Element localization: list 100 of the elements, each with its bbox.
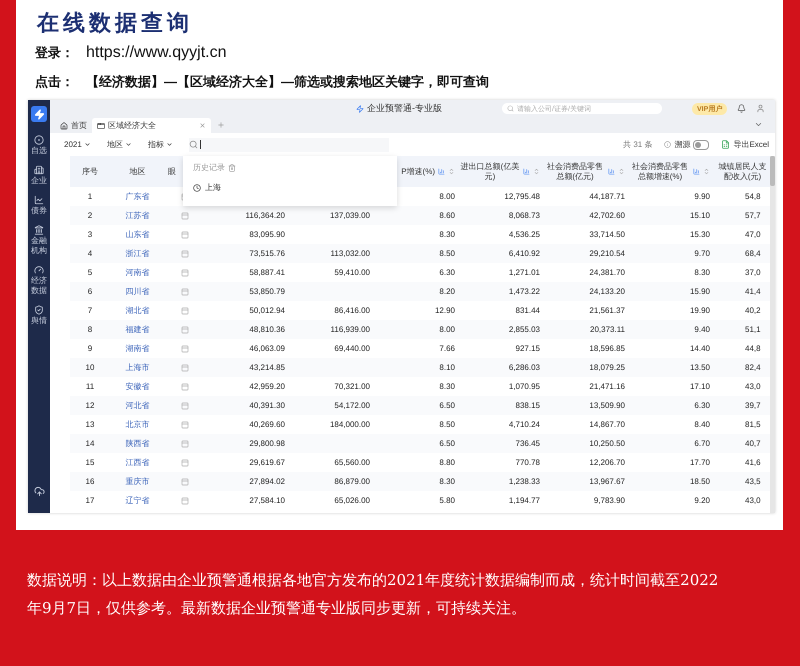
table-cell-text: 113,032.00 xyxy=(330,249,371,258)
region-link[interactable]: 江苏省 xyxy=(110,210,165,221)
sidebar-item[interactable]: 自选 xyxy=(31,135,47,156)
click-label: 点击： xyxy=(35,72,74,90)
region-link[interactable]: 陕西省 xyxy=(110,438,165,449)
table-cell-text: 1,070.95 xyxy=(508,382,541,391)
table-cell-text: 41,6 xyxy=(744,458,762,467)
panel-icon[interactable] xyxy=(181,230,189,238)
region-link[interactable]: 江西省 xyxy=(110,457,165,468)
search-field[interactable] xyxy=(188,138,389,152)
column-header: 城镇居民人支配收入(元) xyxy=(718,162,768,182)
table-cell-text: 40,7 xyxy=(744,439,762,448)
panel-icon[interactable] xyxy=(181,440,189,448)
table-cell-text: 6,286.03 xyxy=(508,363,541,372)
bar-chart-icon[interactable] xyxy=(438,168,445,175)
sidebar-item[interactable]: 经济数据 xyxy=(31,265,47,296)
bar-chart-icon[interactable] xyxy=(608,168,615,175)
column-header: 地区 xyxy=(130,166,146,176)
region-link[interactable]: 河南省 xyxy=(110,267,165,278)
region-link[interactable]: 四川省 xyxy=(110,286,165,297)
table-cell-text: 736.45 xyxy=(514,439,541,448)
sidebar-item[interactable]: 金融机构 xyxy=(31,225,47,256)
sort-icon[interactable] xyxy=(533,168,540,175)
app-icon xyxy=(356,104,364,113)
table-cell-text: 43,0 xyxy=(744,382,762,391)
panel-icon[interactable] xyxy=(181,306,189,314)
panel-icon[interactable] xyxy=(181,364,189,372)
panel-icon[interactable] xyxy=(181,420,189,428)
table-cell-text: 5 xyxy=(86,268,94,277)
app-logo[interactable] xyxy=(31,106,47,122)
filter-dropdown[interactable]: 指标 xyxy=(148,139,173,150)
sidebar-item[interactable]: 企业 xyxy=(31,165,47,186)
region-link[interactable]: 安徽省 xyxy=(110,381,165,392)
column-header: 序号 xyxy=(82,166,98,176)
chevron-down-icon[interactable] xyxy=(754,120,763,129)
trace-toggle[interactable] xyxy=(693,140,710,150)
bell-icon[interactable] xyxy=(737,104,746,114)
region-link[interactable]: 湖北省 xyxy=(110,305,165,316)
page-title: 在线数据查询 xyxy=(37,9,194,37)
region-link[interactable]: 辽宁省 xyxy=(110,495,165,506)
tab[interactable]: 首页 xyxy=(55,118,92,133)
region-link[interactable]: 河北省 xyxy=(110,400,165,411)
table-cell-text: 20,373.11 xyxy=(589,325,626,334)
filter-dropdown[interactable]: 地区 xyxy=(106,139,132,150)
table-cell-text: 73,515.76 xyxy=(248,249,286,258)
panel-icon[interactable] xyxy=(181,250,189,258)
region-link[interactable]: 上海市 xyxy=(110,362,165,373)
table-cell-text: 65,560.00 xyxy=(333,458,371,467)
table-cell-text: 9,783.90 xyxy=(592,496,626,505)
cloud-upload-icon[interactable] xyxy=(34,486,44,497)
panel-icon[interactable] xyxy=(181,212,189,220)
panel-icon[interactable] xyxy=(181,458,189,466)
table-cell-text: 15.30 xyxy=(688,230,711,239)
sidebar-item[interactable]: 债券 xyxy=(31,195,47,216)
trash-icon[interactable] xyxy=(228,164,236,172)
table-cell-text: 18,079.25 xyxy=(588,363,626,372)
region-link[interactable]: 浙江省 xyxy=(110,248,165,259)
sort-icon[interactable] xyxy=(703,168,710,175)
website-link[interactable]: https://www.qyyjt.cn xyxy=(86,44,226,62)
avatar-icon[interactable] xyxy=(756,104,766,114)
tab[interactable]: 区域经济大全 xyxy=(92,118,211,133)
column-header: 社会消费品零售总额(亿元) xyxy=(546,162,604,182)
table-cell-text: 51,1 xyxy=(744,325,762,334)
table-cell-text: 16 xyxy=(84,477,96,486)
panel-icon[interactable] xyxy=(181,478,189,486)
region-link[interactable]: 福建省 xyxy=(110,324,165,335)
filter-dropdown[interactable]: 2021 xyxy=(64,140,91,149)
region-link[interactable]: 山东省 xyxy=(110,229,165,240)
panel-icon[interactable] xyxy=(181,288,189,296)
bar-chart-icon[interactable] xyxy=(523,168,530,175)
panel-icon[interactable] xyxy=(181,402,189,410)
scrollbar-thumb[interactable] xyxy=(770,156,775,186)
panel-icon[interactable] xyxy=(181,326,189,334)
table-cell-text: 81,5 xyxy=(744,420,762,429)
panel-icon[interactable] xyxy=(181,382,189,390)
sidebar-item[interactable]: 舆情 xyxy=(31,305,47,326)
table-cell-text: 44,8 xyxy=(744,344,762,353)
sort-icon[interactable] xyxy=(448,168,455,175)
table-cell-text: 13,509.90 xyxy=(588,401,626,410)
sort-icon[interactable] xyxy=(618,168,625,175)
bar-chart-icon[interactable] xyxy=(693,168,700,175)
table-cell-text: 6,410.92 xyxy=(508,249,541,258)
panel-icon[interactable] xyxy=(181,496,189,504)
region-link[interactable]: 重庆市 xyxy=(110,476,165,487)
close-icon[interactable] xyxy=(199,122,206,129)
gauge-icon xyxy=(34,265,44,275)
table-cell-text: 69,440.00 xyxy=(333,344,371,353)
panel-icon[interactable] xyxy=(181,268,189,276)
history-item[interactable]: 上海 xyxy=(193,182,387,193)
table-cell-text: 43,214.85 xyxy=(248,363,286,372)
region-link[interactable]: 北京市 xyxy=(110,419,165,430)
add-tab-icon[interactable] xyxy=(217,121,225,129)
region-link[interactable]: 湖南省 xyxy=(110,343,165,354)
column-header: 进出口总额(亿美元) xyxy=(460,162,520,182)
table-cell-text: 2 xyxy=(86,211,94,220)
region-link[interactable]: 广东省 xyxy=(110,191,165,202)
export-button[interactable]: 导出Excel xyxy=(733,139,769,150)
panel-icon[interactable] xyxy=(181,344,189,352)
instruction-text: 【经济数据】—【区域经济大全】—筛选或搜索地区关键字，即可查询 xyxy=(86,72,489,90)
table-cell-text: 18,596.85 xyxy=(588,344,626,353)
